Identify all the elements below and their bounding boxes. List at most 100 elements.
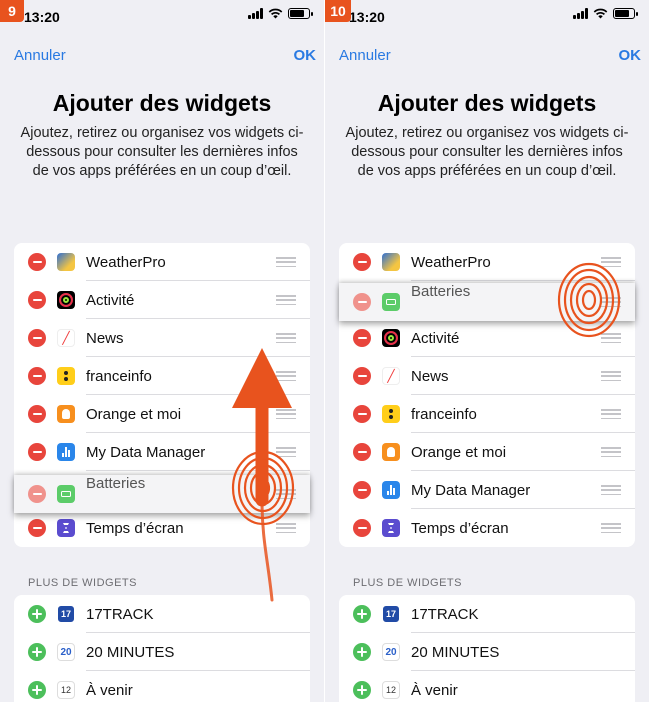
reorder-handle-icon[interactable]: [276, 295, 296, 305]
reorder-handle-icon[interactable]: [276, 371, 296, 381]
remove-widget-button[interactable]: [353, 367, 371, 385]
remove-widget-button[interactable]: [28, 329, 46, 347]
widget-label: Orange et moi: [411, 443, 507, 461]
batteries-icon: [57, 485, 75, 503]
icon-glyph: 17: [385, 609, 396, 619]
fingerprint-touch-icon: [231, 450, 295, 526]
orange-icon: [57, 405, 75, 423]
more-widget-row[interactable]: 17 17TRACK: [339, 595, 635, 633]
remove-widget-button[interactable]: [353, 293, 371, 311]
remove-widget-button[interactable]: [28, 485, 46, 503]
more-widget-row[interactable]: 12 À venir: [14, 671, 310, 702]
20minutes-icon: 20: [382, 643, 400, 661]
status-time: 13:20: [24, 9, 60, 25]
calendar-icon: 12: [382, 681, 400, 699]
remove-widget-button[interactable]: [353, 443, 371, 461]
more-widget-row[interactable]: 20 20 MINUTES: [339, 633, 635, 671]
add-widget-button[interactable]: [28, 643, 46, 661]
widget-label: News: [86, 329, 124, 347]
remove-widget-button[interactable]: [28, 405, 46, 423]
remove-widget-button[interactable]: [28, 291, 46, 309]
weatherpro-icon: [382, 253, 400, 271]
widget-label: Activité: [411, 329, 460, 347]
cellular-signal-icon: [248, 8, 263, 19]
page-title: Ajouter des widgets: [377, 90, 597, 116]
remove-widget-button[interactable]: [28, 443, 46, 461]
battery-icon: [288, 8, 313, 19]
data-manager-icon: [57, 443, 75, 461]
section-header-more-widgets: PLUS DE WIDGETS: [28, 577, 137, 589]
17track-icon: 17: [382, 605, 400, 623]
reorder-handle-icon[interactable]: [601, 485, 621, 495]
widget-label: Activité: [86, 291, 135, 309]
widget-row[interactable]: Temps d’écran: [339, 509, 635, 547]
status-bar: 13:20: [325, 6, 649, 28]
franceinfo-icon: [57, 367, 75, 385]
more-widget-row[interactable]: 17 17TRACK: [14, 595, 310, 633]
widget-label: Batteries: [86, 475, 146, 492]
wifi-icon: [593, 8, 608, 19]
more-widget-row[interactable]: 20 20 MINUTES: [14, 633, 310, 671]
add-widget-button[interactable]: [28, 681, 46, 699]
section-header-more-widgets: PLUS DE WIDGETS: [353, 577, 462, 589]
widget-row[interactable]: franceinfo: [339, 395, 635, 433]
widget-label: Temps d’écran: [86, 519, 184, 537]
wifi-icon: [268, 8, 283, 19]
widget-label: 20 MINUTES: [86, 643, 175, 661]
remove-widget-button[interactable]: [28, 519, 46, 537]
widget-label: My Data Manager: [86, 443, 206, 461]
status-time: 13:20: [349, 9, 385, 25]
battery-icon: [613, 8, 638, 19]
icon-glyph: 12: [60, 685, 71, 695]
widget-row[interactable]: Activité: [14, 281, 310, 319]
status-bar: 13:20: [0, 6, 324, 28]
ok-button[interactable]: OK: [619, 47, 642, 64]
reorder-handle-icon[interactable]: [276, 257, 296, 267]
screen-step-9: 9 13:20 Annuler OK Ajouter des widgets A…: [0, 0, 324, 702]
weatherpro-icon: [57, 253, 75, 271]
widget-label: À venir: [411, 681, 458, 699]
step-badge: 10: [325, 0, 351, 22]
widget-row[interactable]: ╱ News: [14, 319, 310, 357]
widget-label: News: [411, 367, 449, 385]
fingerprint-touch-icon: [557, 262, 621, 338]
cancel-button[interactable]: Annuler: [339, 47, 391, 64]
reorder-handle-icon[interactable]: [601, 409, 621, 419]
17track-icon: 17: [57, 605, 75, 623]
add-widget-button[interactable]: [353, 681, 371, 699]
calendar-icon: 12: [57, 681, 75, 699]
widget-row[interactable]: ╱ News: [339, 357, 635, 395]
icon-glyph: 17: [60, 609, 71, 619]
widget-label: franceinfo: [411, 405, 477, 423]
remove-widget-button[interactable]: [28, 253, 46, 271]
reorder-handle-icon[interactable]: [601, 371, 621, 381]
add-widget-button[interactable]: [353, 605, 371, 623]
remove-widget-button[interactable]: [353, 253, 371, 271]
add-widget-button[interactable]: [28, 605, 46, 623]
page-title: Ajouter des widgets: [52, 90, 272, 116]
add-widget-button[interactable]: [353, 643, 371, 661]
reorder-handle-icon[interactable]: [276, 333, 296, 343]
orange-icon: [382, 443, 400, 461]
ok-button[interactable]: OK: [294, 47, 317, 64]
screen-time-icon: [382, 519, 400, 537]
remove-widget-button[interactable]: [353, 519, 371, 537]
remove-widget-button[interactable]: [353, 481, 371, 499]
widget-label: 17TRACK: [411, 605, 479, 623]
widget-row[interactable]: franceinfo: [14, 357, 310, 395]
remove-widget-button[interactable]: [353, 329, 371, 347]
widget-row[interactable]: Orange et moi: [339, 433, 635, 471]
reorder-handle-icon[interactable]: [601, 447, 621, 457]
20minutes-icon: 20: [57, 643, 75, 661]
widget-row[interactable]: My Data Manager: [339, 471, 635, 509]
reorder-handle-icon[interactable]: [601, 523, 621, 533]
remove-widget-button[interactable]: [28, 367, 46, 385]
more-widget-row[interactable]: 12 À venir: [339, 671, 635, 702]
cancel-button[interactable]: Annuler: [14, 47, 66, 64]
widget-label: My Data Manager: [411, 481, 531, 499]
widget-row[interactable]: Orange et moi: [14, 395, 310, 433]
remove-widget-button[interactable]: [353, 405, 371, 423]
widget-row[interactable]: WeatherPro: [14, 243, 310, 281]
activity-icon: [382, 329, 400, 347]
reorder-handle-icon[interactable]: [276, 409, 296, 419]
